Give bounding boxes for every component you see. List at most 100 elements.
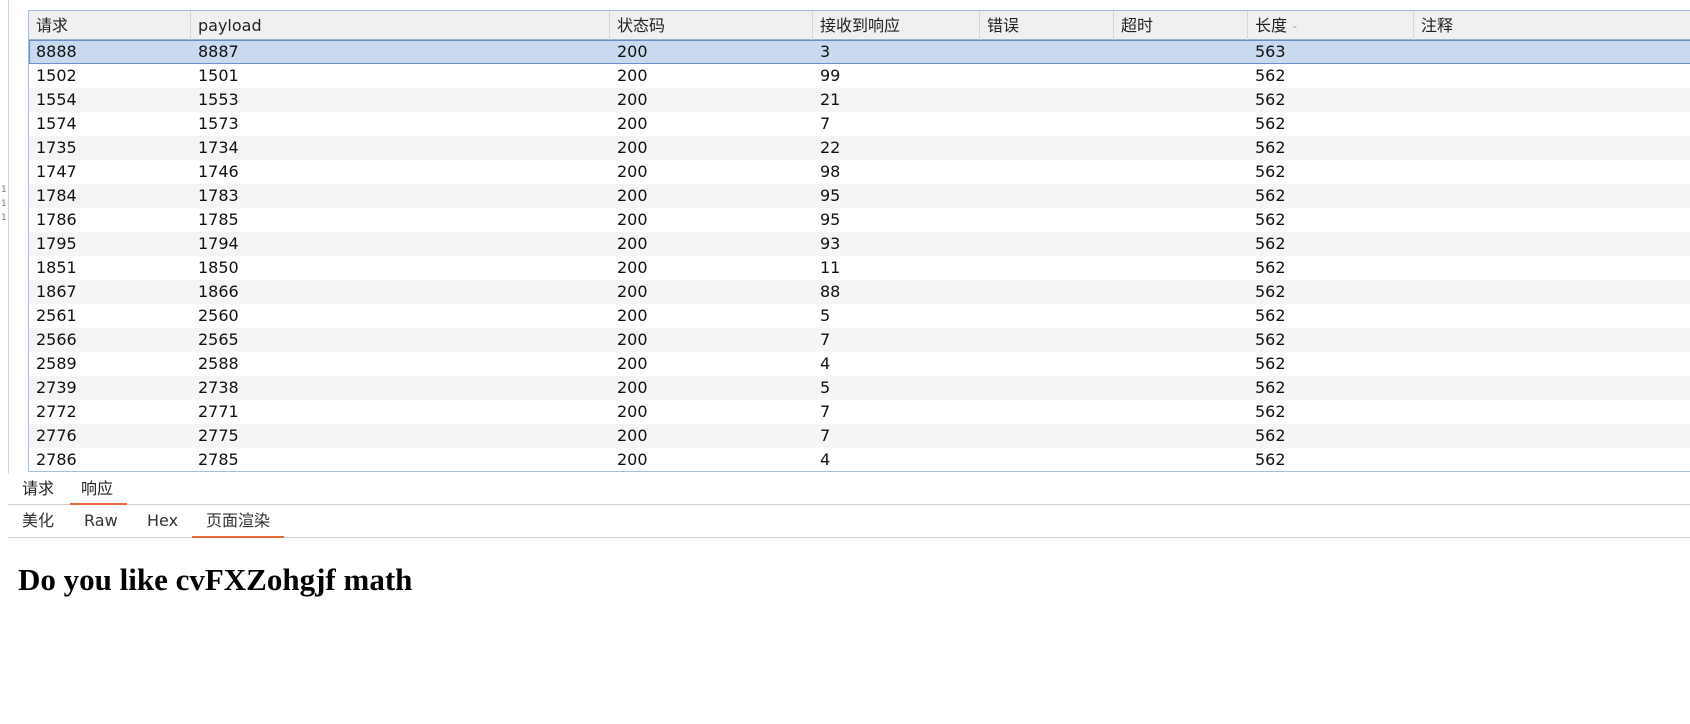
column-header-timeout[interactable]: 超时: [1114, 11, 1248, 40]
cell-received: 4: [820, 450, 831, 469]
cell-timeout: [1114, 376, 1248, 400]
cell-timeout: [1114, 40, 1248, 64]
table-row[interactable]: 2589 2588 200 4 562: [29, 352, 1690, 376]
tab-request[interactable]: 请求: [22, 474, 54, 503]
cell-comment: [1414, 304, 1690, 328]
cell-timeout: [1114, 424, 1248, 448]
cell-request: 1784: [36, 186, 77, 205]
cell-status: 200: [617, 450, 648, 469]
cell-received: 22: [820, 138, 841, 157]
table-row[interactable]: 1735 1734 200 22 562: [29, 136, 1690, 160]
cell-received: 11: [820, 258, 841, 277]
cell-payload: 2785: [198, 450, 239, 469]
table-row[interactable]: 2772 2771 200 7 562: [29, 400, 1690, 424]
cell-length: 562: [1255, 162, 1286, 181]
cell-error: [980, 376, 1114, 400]
cell-comment: [1414, 184, 1690, 208]
cell-received: 99: [820, 66, 841, 85]
cell-received: 3: [820, 42, 831, 61]
cell-length: 562: [1255, 330, 1286, 349]
cell-payload: 8887: [198, 42, 239, 61]
cell-length: 563: [1255, 42, 1286, 61]
table-row[interactable]: 2566 2565 200 7 562: [29, 328, 1690, 352]
cell-status: 200: [617, 330, 648, 349]
cell-payload: 1785: [198, 210, 239, 229]
cell-comment: [1414, 352, 1690, 376]
cell-error: [980, 232, 1114, 256]
table-row[interactable]: 8888 8887 200 3 563: [29, 40, 1690, 64]
cell-timeout: [1114, 64, 1248, 88]
column-header-error[interactable]: 错误: [980, 11, 1114, 40]
cell-length: 562: [1255, 258, 1286, 277]
cell-length: 562: [1255, 138, 1286, 157]
table-row[interactable]: 1574 1573 200 7 562: [29, 112, 1690, 136]
table-row[interactable]: 1784 1783 200 95 562: [29, 184, 1690, 208]
table-row[interactable]: 1554 1553 200 21 562: [29, 88, 1690, 112]
table-body: 8888 8887 200 3 563 1502 1501 200 99 562 1554 1553 2…: [29, 40, 1690, 471]
table-row[interactable]: 2739 2738 200 5 562: [29, 376, 1690, 400]
tab-hex[interactable]: Hex: [147, 505, 178, 536]
cell-request: 1735: [36, 138, 77, 157]
cell-status: 200: [617, 258, 648, 277]
cell-request: 1554: [36, 90, 77, 109]
cell-timeout: [1114, 400, 1248, 424]
table-row[interactable]: 1795 1794 200 93 562: [29, 232, 1690, 256]
cell-length: 562: [1255, 114, 1286, 133]
chevron-down-icon: ⌄: [1291, 21, 1299, 31]
cell-timeout: [1114, 352, 1248, 376]
column-header-received[interactable]: 接收到响应: [813, 11, 980, 40]
view-tabs: 美化 Raw Hex 页面渲染: [8, 505, 1690, 538]
cell-request: 1786: [36, 210, 77, 229]
cell-timeout: [1114, 112, 1248, 136]
cell-payload: 1553: [198, 90, 239, 109]
cell-status: 200: [617, 162, 648, 181]
cell-received: 7: [820, 402, 831, 421]
column-header-request[interactable]: 请求: [29, 11, 191, 40]
table-row[interactable]: 1867 1866 200 88 562: [29, 280, 1690, 304]
table-row[interactable]: 2561 2560 200 5 562: [29, 304, 1690, 328]
cell-timeout: [1114, 304, 1248, 328]
cell-payload: 1734: [198, 138, 239, 157]
cell-status: 200: [617, 42, 648, 61]
cell-comment: [1414, 256, 1690, 280]
table-row[interactable]: 1747 1746 200 98 562: [29, 160, 1690, 184]
cell-status: 200: [617, 66, 648, 85]
cell-status: 200: [617, 90, 648, 109]
table-row[interactable]: 1851 1850 200 11 562: [29, 256, 1690, 280]
cell-error: [980, 352, 1114, 376]
tab-render[interactable]: 页面渲染: [191, 505, 285, 538]
table-row[interactable]: 2776 2775 200 7 562: [29, 424, 1690, 448]
cell-comment: [1414, 208, 1690, 232]
cell-error: [980, 208, 1114, 232]
table-row[interactable]: 1502 1501 200 99 562: [29, 64, 1690, 88]
results-table[interactable]: 请求 payload 状态码 接收到响应 错误 超时 长度 ⌄ 注释 8888 88…: [28, 10, 1690, 472]
column-header-payload[interactable]: payload: [191, 11, 610, 40]
cell-error: [980, 448, 1114, 471]
table-row[interactable]: 1786 1785 200 95 562: [29, 208, 1690, 232]
table-row[interactable]: 2786 2785 200 4 562: [29, 448, 1690, 471]
tab-raw[interactable]: Raw: [84, 505, 118, 536]
column-header-status[interactable]: 状态码: [610, 11, 813, 40]
tab-pretty[interactable]: 美化: [22, 505, 54, 536]
cell-timeout: [1114, 160, 1248, 184]
cell-received: 21: [820, 90, 841, 109]
gutter-marks: 111: [1, 185, 7, 223]
cell-status: 200: [617, 234, 648, 253]
column-header-length-label: 长度: [1255, 16, 1288, 35]
cell-status: 200: [617, 354, 648, 373]
cell-payload: 1850: [198, 258, 239, 277]
cell-payload: 1794: [198, 234, 239, 253]
column-header-comment[interactable]: 注释: [1414, 11, 1690, 40]
cell-received: 7: [820, 330, 831, 349]
cell-length: 562: [1255, 378, 1286, 397]
cell-error: [980, 256, 1114, 280]
cell-received: 93: [820, 234, 841, 253]
cell-status: 200: [617, 210, 648, 229]
column-header-length[interactable]: 长度 ⌄: [1248, 11, 1414, 40]
cell-received: 5: [820, 378, 831, 397]
cell-request: 2561: [36, 306, 77, 325]
cell-received: 95: [820, 210, 841, 229]
tab-response[interactable]: 响应: [69, 474, 128, 505]
cell-status: 200: [617, 306, 648, 325]
cell-status: 200: [617, 114, 648, 133]
